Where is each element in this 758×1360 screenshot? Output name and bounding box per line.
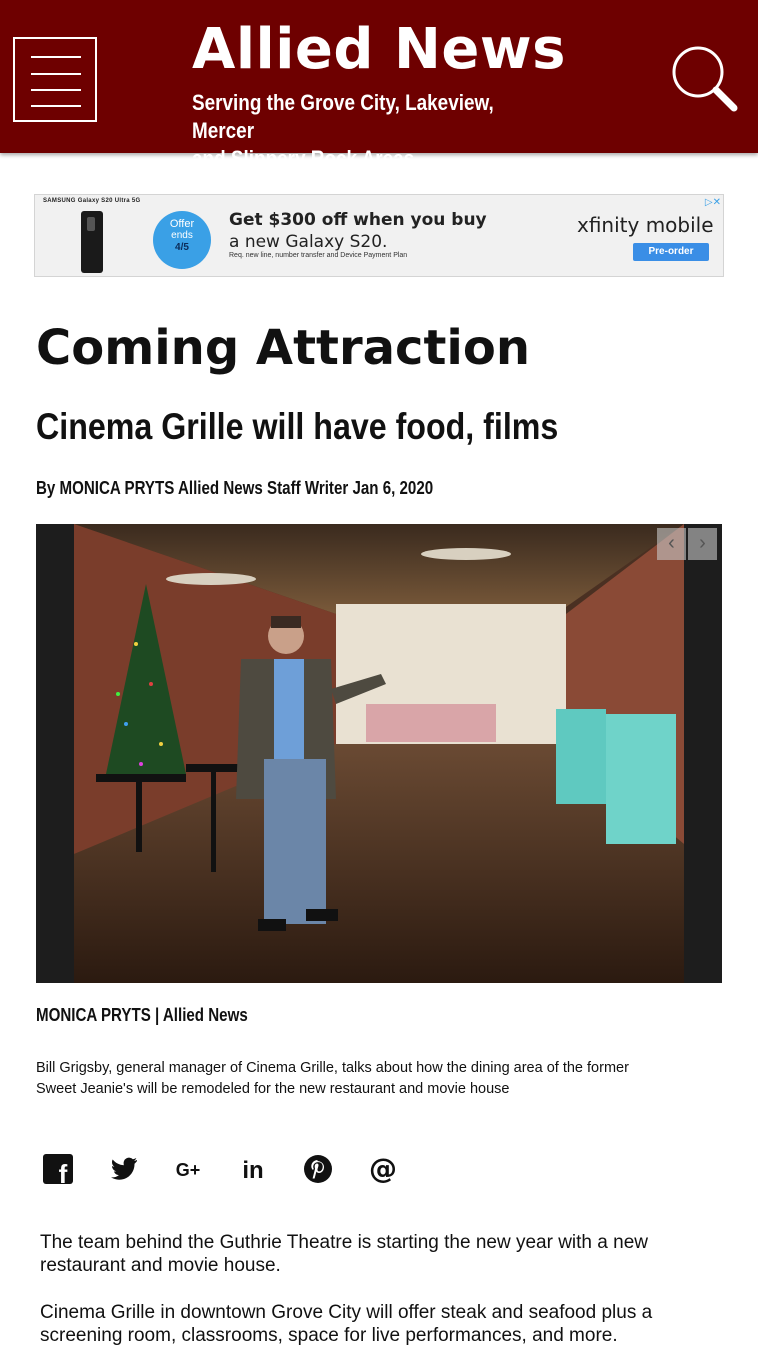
site-tagline-line1: Serving the Grove City, Lakeview, Mercer <box>192 90 494 143</box>
advertisement-banner[interactable]: SAMSUNG Galaxy S20 Ultra 5G Offer ends 4… <box>34 194 724 277</box>
facebook-share-button[interactable]: f <box>40 1150 76 1189</box>
article-byline: By MONICA PRYTS Allied News Staff Writer… <box>36 478 434 498</box>
ad-headline-line1: Get $300 off when you buy <box>229 210 487 230</box>
article-paragraph: The team behind the Guthrie Theatre is s… <box>40 1232 648 1276</box>
ad-choices-icon[interactable]: ▷✕ <box>705 197 721 208</box>
hamburger-icon-bar <box>31 105 81 107</box>
ad-offer-badge: Offer ends 4/5 <box>153 211 211 269</box>
ad-headline: Get $300 off when you buy a new Galaxy S… <box>229 209 487 253</box>
site-title[interactable]: Allied News <box>192 18 566 82</box>
phone-image <box>81 211 103 273</box>
email-icon: @ <box>369 1152 397 1185</box>
facebook-glyph: f <box>59 1159 68 1186</box>
gallery-next-button[interactable]: › <box>688 528 717 560</box>
twitter-share-button[interactable] <box>105 1150 141 1186</box>
ad-fine-print: Req. new line, number transfer and Devic… <box>229 252 408 259</box>
linkedin-icon: in <box>242 1157 263 1184</box>
ad-preorder-button[interactable]: Pre-order <box>633 243 709 261</box>
ad-badge-line1: Offer <box>169 218 195 230</box>
article-paragraph: Cinema Grille in downtown Grove City wil… <box>40 1302 653 1346</box>
site-tagline-line2: and Slippery Rock Areas <box>192 146 415 171</box>
photo-caption: Bill Grigsby, general manager of Cinema … <box>36 1060 629 1097</box>
site-header: Allied News Serving the Grove City, Lake… <box>0 0 758 171</box>
site-tagline: Serving the Grove City, Lakeview, Mercer… <box>192 89 536 173</box>
restaurant-photo <box>36 524 722 983</box>
article-title: Coming Attraction <box>36 320 531 376</box>
hamburger-icon-bar <box>31 89 81 91</box>
menu-button[interactable] <box>13 37 97 122</box>
pinterest-share-button[interactable] <box>300 1150 336 1186</box>
article-subtitle: Cinema Grille will have food, films <box>36 406 559 447</box>
linkedin-glyph: in <box>242 1157 263 1184</box>
search-button[interactable] <box>668 42 742 116</box>
google-plus-share-button[interactable]: G+ <box>170 1150 206 1186</box>
article-photo-gallery[interactable]: ‹ › <box>36 524 722 983</box>
google-plus-glyph: G+ <box>176 1160 201 1180</box>
email-glyph: @ <box>369 1152 397 1185</box>
gallery-prev-button[interactable]: ‹ <box>657 528 686 560</box>
ad-brand: SAMSUNG Galaxy S20 Ultra 5G <box>43 198 141 204</box>
email-share-button[interactable]: @ <box>365 1150 401 1186</box>
ad-logo: xfinity mobile <box>577 213 714 237</box>
twitter-icon <box>110 1157 137 1180</box>
linkedin-share-button[interactable]: in <box>235 1150 271 1186</box>
ad-badge-date: 4/5 <box>175 242 189 253</box>
facebook-icon: f <box>43 1154 73 1189</box>
hamburger-icon-bar <box>31 73 81 75</box>
hamburger-icon <box>31 56 81 58</box>
photo-credit: MONICA PRYTS | Allied News <box>36 1005 248 1025</box>
ad-headline-line2: a new Galaxy S20. <box>229 232 388 252</box>
google-plus-icon: G+ <box>176 1160 201 1180</box>
search-icon <box>672 46 738 112</box>
ad-badge-line2: ends <box>171 230 193 241</box>
pinterest-icon <box>304 1155 332 1183</box>
